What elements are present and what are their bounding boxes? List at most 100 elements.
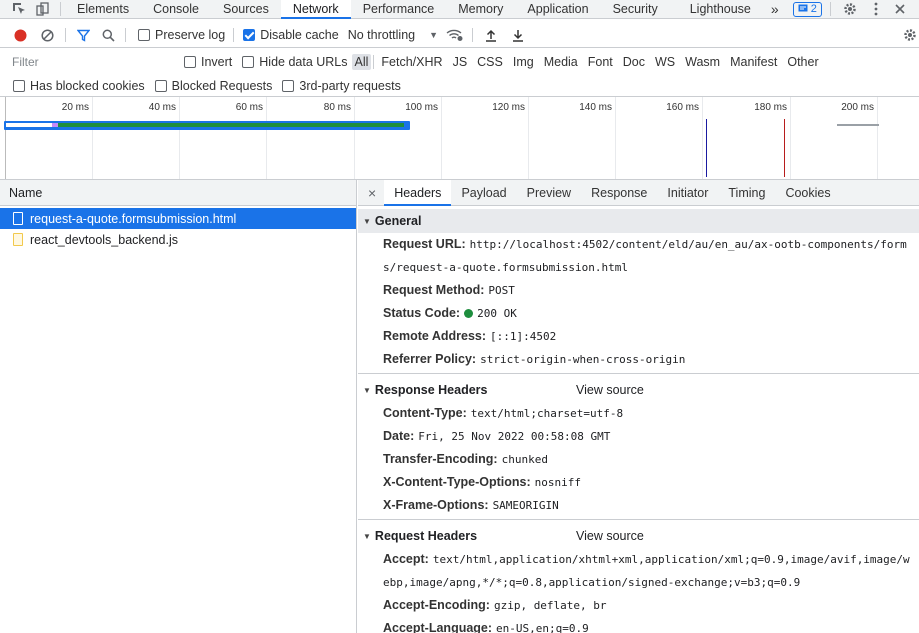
request-headers-header[interactable]: ▼ Request Headers View source: [358, 524, 919, 548]
checkbox-box[interactable]: [13, 79, 25, 92]
tab-console[interactable]: Console: [141, 0, 211, 19]
tab-security[interactable]: Security: [601, 0, 678, 19]
tab-cookies[interactable]: Cookies: [775, 180, 840, 206]
filter-type-wasm[interactable]: Wasm: [680, 54, 725, 70]
filter-type-media[interactable]: Media: [539, 54, 583, 70]
header-value: SAMEORIGIN: [492, 499, 559, 512]
filter-input[interactable]: Filter: [6, 52, 178, 72]
checkbox-box[interactable]: [184, 56, 196, 68]
checkbox-box-checked[interactable]: [243, 29, 256, 41]
settings-gear-icon[interactable]: [841, 0, 859, 18]
tab-preview[interactable]: Preview: [517, 180, 581, 206]
network-overview-timeline[interactable]: 20 ms 40 ms 60 ms 80 ms 100 ms 120 ms 14…: [0, 97, 919, 180]
filter-bar: Filter Invert Hide data URLs All Fetch/X…: [0, 50, 919, 74]
export-har-download-icon[interactable]: [509, 26, 527, 44]
request-row[interactable]: request-a-quote.formsubmission.html: [0, 208, 356, 229]
response-header-row: X-Content-Type-Options: nosniff: [358, 471, 919, 494]
view-source-link[interactable]: View source: [576, 383, 644, 397]
divider: [472, 28, 474, 42]
close-devtools-icon[interactable]: [891, 0, 909, 18]
filter-type-fetch-xhr[interactable]: Fetch/XHR: [376, 54, 447, 70]
tab-sources[interactable]: Sources: [211, 0, 281, 19]
gridline: [702, 97, 703, 179]
tab-headers[interactable]: Headers: [384, 179, 452, 206]
time-tick: 60 ms: [235, 102, 263, 113]
filter-type-ws[interactable]: WS: [650, 54, 680, 70]
checkbox-box[interactable]: [242, 56, 255, 68]
network-conditions-wifi-icon[interactable]: [446, 26, 464, 44]
invert-checkbox[interactable]: Invert: [184, 55, 232, 69]
header-value: nosniff: [534, 476, 582, 489]
clear-icon[interactable]: [38, 26, 56, 44]
tab-memory[interactable]: Memory: [446, 0, 515, 19]
filter-funnel-icon[interactable]: [74, 26, 92, 44]
referrer-policy-value: strict-origin-when-cross-origin: [480, 353, 686, 366]
tab-elements[interactable]: Elements: [65, 0, 141, 19]
header-key: Content-Type:: [383, 406, 467, 420]
header-key: X-Frame-Options:: [383, 498, 489, 512]
third-party-requests-checkbox[interactable]: 3rd-party requests: [282, 78, 401, 93]
tab-initiator[interactable]: Initiator: [657, 180, 718, 206]
header-key: Accept:: [383, 552, 429, 566]
expand-triangle-icon: ▼: [363, 385, 371, 395]
load-event-marker: [784, 119, 785, 177]
request-url-row: Request URL: http://localhost:4502/conten…: [358, 233, 919, 279]
referrer-policy-row: Referrer Policy: strict-origin-when-cross…: [358, 348, 919, 371]
close-details-icon[interactable]: ×: [358, 180, 384, 206]
time-tick: 80 ms: [323, 102, 351, 113]
device-toolbar-icon[interactable]: [34, 0, 52, 18]
request-name: request-a-quote.formsubmission.html: [30, 211, 237, 226]
header-value: text/html;charset=utf-8: [470, 407, 624, 420]
filter-type-img[interactable]: Img: [508, 54, 539, 70]
request-headers-section: ▼ Request Headers View source Accept: tex…: [358, 524, 919, 633]
time-tick: 140 ms: [579, 102, 612, 113]
throttling-select[interactable]: No throttling ▼: [348, 28, 438, 42]
name-column-header[interactable]: Name: [0, 180, 356, 206]
tab-performance[interactable]: Performance: [351, 0, 447, 19]
dom-content-loaded-marker: [706, 119, 707, 177]
import-har-upload-icon[interactable]: [482, 26, 500, 44]
third-party-requests-label: 3rd-party requests: [299, 78, 401, 93]
tab-lighthouse[interactable]: Lighthouse: [678, 0, 763, 19]
filter-type-doc[interactable]: Doc: [618, 54, 650, 70]
response-headers-header[interactable]: ▼ Response Headers View source: [358, 378, 919, 402]
preserve-log-checkbox[interactable]: Preserve log: [138, 28, 225, 42]
checkbox-box[interactable]: [282, 79, 295, 92]
network-settings-gear-icon[interactable]: [901, 26, 919, 44]
record-icon[interactable]: [11, 26, 29, 44]
hide-data-urls-checkbox[interactable]: Hide data URLs: [242, 55, 348, 69]
gridline: [5, 97, 6, 179]
general-section: ▼ General Request URL: http://localhost:4…: [358, 209, 919, 374]
details-tab-bar: × Headers Payload Preview Response Initi…: [358, 179, 919, 206]
tab-network[interactable]: Network: [280, 0, 351, 19]
request-row[interactable]: react_devtools_backend.js: [0, 229, 356, 250]
filter-type-js[interactable]: JS: [448, 54, 473, 70]
tab-response[interactable]: Response: [581, 180, 657, 206]
blocked-requests-checkbox[interactable]: Blocked Requests: [154, 79, 272, 93]
filter-type-font[interactable]: Font: [583, 54, 618, 70]
gridline: [92, 97, 93, 179]
filter-type-css[interactable]: CSS: [472, 54, 508, 70]
filter-type-other[interactable]: Other: [782, 54, 823, 70]
more-tabs-button[interactable]: »: [763, 0, 787, 19]
view-source-link[interactable]: View source: [576, 529, 644, 543]
checkbox-box[interactable]: [138, 29, 150, 41]
tab-timing[interactable]: Timing: [718, 180, 775, 206]
tab-application[interactable]: Application: [515, 0, 600, 19]
issues-badge[interactable]: 2: [792, 1, 822, 17]
kebab-menu-icon[interactable]: [867, 0, 885, 18]
header-key: Remote Address:: [383, 329, 487, 343]
response-headers-section: ▼ Response Headers View source Content-T…: [358, 378, 919, 520]
general-section-header[interactable]: ▼ General: [358, 209, 919, 233]
has-blocked-cookies-checkbox[interactable]: Has blocked cookies: [13, 79, 145, 93]
filter-type-all[interactable]: All: [351, 54, 372, 70]
divider: [829, 2, 831, 16]
inspect-element-icon[interactable]: [10, 0, 28, 18]
header-key: Status Code:: [383, 306, 461, 320]
response-header-row: Transfer-Encoding: chunked: [358, 448, 919, 471]
filter-type-manifest[interactable]: Manifest: [725, 54, 782, 70]
tab-payload[interactable]: Payload: [451, 180, 516, 206]
search-icon[interactable]: [99, 26, 117, 44]
checkbox-box[interactable]: [154, 79, 167, 92]
disable-cache-checkbox[interactable]: Disable cache: [243, 28, 339, 42]
